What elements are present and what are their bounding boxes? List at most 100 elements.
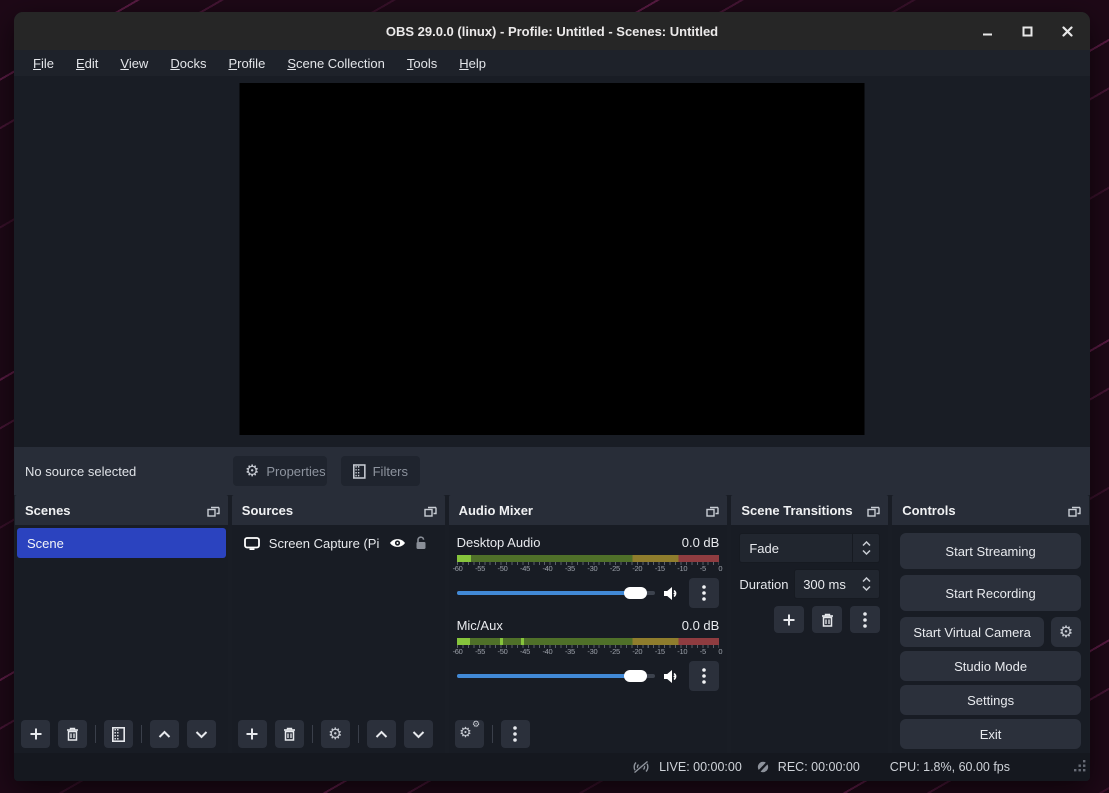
virtual-camera-settings-button[interactable]: ⚙ bbox=[1051, 617, 1081, 647]
popout-icon[interactable] bbox=[207, 504, 220, 517]
mute-toggle[interactable] bbox=[663, 586, 681, 601]
scene-item-label: Scene bbox=[27, 536, 64, 551]
resize-grip[interactable] bbox=[1073, 759, 1086, 777]
filters-icon bbox=[112, 727, 125, 742]
speaker-icon bbox=[663, 586, 681, 601]
record-off-icon bbox=[756, 760, 770, 774]
menu-scene-collection[interactable]: Scene Collection bbox=[278, 53, 394, 74]
minimize-button[interactable] bbox=[978, 22, 996, 40]
unlock-icon bbox=[415, 536, 427, 550]
toolbar-separator bbox=[312, 725, 313, 743]
add-source-button[interactable] bbox=[238, 720, 267, 748]
toolbar-separator bbox=[95, 725, 96, 743]
source-list-item[interactable]: Screen Capture (Pi bbox=[232, 528, 445, 558]
popout-icon[interactable] bbox=[424, 504, 437, 517]
remove-source-button[interactable] bbox=[275, 720, 304, 748]
cpu-fps-status: CPU: 1.8%, 60.00 fps bbox=[890, 760, 1010, 774]
plus-icon bbox=[245, 727, 259, 741]
window-title: OBS 29.0.0 (linux) - Profile: Untitled -… bbox=[14, 12, 1090, 50]
toolbar-separator bbox=[358, 725, 359, 743]
add-transition-button[interactable] bbox=[774, 606, 804, 633]
settings-button[interactable]: Settings bbox=[900, 685, 1081, 715]
controls-panel: Controls Start Streaming Start Recording… bbox=[892, 495, 1089, 753]
menu-profile[interactable]: Profile bbox=[219, 53, 274, 74]
volume-slider-handle[interactable] bbox=[624, 670, 647, 682]
title-bar[interactable]: OBS 29.0.0 (linux) - Profile: Untitled -… bbox=[14, 12, 1090, 50]
filters-icon bbox=[353, 464, 366, 479]
transition-select[interactable]: Fade bbox=[739, 533, 880, 563]
channel-name: Mic/Aux bbox=[457, 618, 503, 633]
source-item-label: Screen Capture (Pi bbox=[269, 536, 380, 551]
menu-docks[interactable]: Docks bbox=[161, 53, 215, 74]
volume-meter bbox=[457, 638, 720, 645]
db-scale: -60-55-50-45-40-35-30-25-20-15-10-50 bbox=[457, 645, 720, 656]
chevron-up-icon bbox=[375, 730, 388, 739]
volume-slider-handle[interactable] bbox=[624, 587, 647, 599]
mute-toggle[interactable] bbox=[663, 669, 681, 684]
duration-spin-arrows[interactable] bbox=[853, 577, 879, 591]
toolbar-separator bbox=[141, 725, 142, 743]
properties-label: Properties bbox=[266, 464, 325, 479]
transition-select-arrows[interactable] bbox=[853, 541, 879, 555]
mixer-menu-button[interactable] bbox=[501, 720, 530, 748]
channel-level-db: 0.0 dB bbox=[682, 535, 720, 550]
toolbar-separator bbox=[492, 725, 493, 743]
display-source-icon bbox=[244, 537, 260, 550]
menu-view[interactable]: View bbox=[111, 53, 157, 74]
eye-icon bbox=[389, 537, 406, 549]
popout-icon[interactable] bbox=[1068, 504, 1081, 517]
menu-tools[interactable]: Tools bbox=[398, 53, 446, 74]
source-move-down-button[interactable] bbox=[404, 720, 433, 748]
channel-menu-button[interactable] bbox=[689, 578, 719, 608]
kebab-icon bbox=[702, 668, 706, 684]
close-button[interactable] bbox=[1058, 22, 1076, 40]
broadcast-off-icon bbox=[631, 760, 651, 774]
source-properties-button[interactable]: ⚙ bbox=[321, 720, 350, 748]
preview-canvas[interactable] bbox=[240, 83, 865, 435]
scene-move-down-button[interactable] bbox=[187, 720, 216, 748]
source-toolbar: No source selected ⚙ Properties Filters bbox=[14, 447, 1090, 495]
add-scene-button[interactable] bbox=[21, 720, 50, 748]
scenes-panel-title: Scenes bbox=[25, 503, 207, 518]
status-bar: LIVE: 00:00:00 REC: 00:00:00 CPU: 1.8%, … bbox=[14, 753, 1090, 781]
start-virtual-camera-button[interactable]: Start Virtual Camera bbox=[900, 617, 1044, 647]
scene-filters-button[interactable] bbox=[104, 720, 133, 748]
gear-icon: ⚙ bbox=[245, 463, 259, 479]
live-status: LIVE: 00:00:00 bbox=[631, 760, 742, 774]
scene-transitions-panel-title: Scene Transitions bbox=[741, 503, 867, 518]
source-visibility-toggle[interactable] bbox=[389, 537, 406, 549]
volume-slider[interactable] bbox=[457, 661, 656, 691]
menu-edit[interactable]: Edit bbox=[67, 53, 107, 74]
transition-menu-button[interactable] bbox=[850, 606, 880, 633]
scene-list-item[interactable]: Scene bbox=[17, 528, 226, 558]
source-move-up-button[interactable] bbox=[367, 720, 396, 748]
popout-icon[interactable] bbox=[867, 504, 880, 517]
menu-help[interactable]: Help bbox=[450, 53, 495, 74]
studio-mode-button[interactable]: Studio Mode bbox=[900, 651, 1081, 681]
advanced-audio-button[interactable]: ⚙⚙ bbox=[455, 720, 484, 748]
double-gear-icon: ⚙⚙ bbox=[460, 726, 478, 742]
start-recording-button[interactable]: Start Recording bbox=[900, 575, 1081, 611]
chevron-up-icon bbox=[862, 577, 871, 583]
start-streaming-button[interactable]: Start Streaming bbox=[900, 533, 1081, 569]
source-lock-toggle[interactable] bbox=[415, 536, 427, 550]
properties-button[interactable]: ⚙ Properties bbox=[233, 456, 327, 486]
exit-button[interactable]: Exit bbox=[900, 719, 1081, 749]
remove-scene-button[interactable] bbox=[58, 720, 87, 748]
duration-input[interactable]: 300 ms bbox=[794, 569, 880, 599]
channel-menu-button[interactable] bbox=[689, 661, 719, 691]
scene-move-up-button[interactable] bbox=[150, 720, 179, 748]
menu-file[interactable]: File bbox=[24, 53, 63, 74]
close-icon bbox=[1062, 26, 1073, 37]
chevron-down-icon bbox=[195, 730, 208, 739]
maximize-button[interactable] bbox=[1018, 22, 1036, 40]
duration-value: 300 ms bbox=[795, 577, 853, 592]
obs-window: OBS 29.0.0 (linux) - Profile: Untitled -… bbox=[14, 12, 1090, 781]
db-scale: -60-55-50-45-40-35-30-25-20-15-10-50 bbox=[457, 562, 720, 573]
filters-button[interactable]: Filters bbox=[341, 456, 420, 486]
chevron-down-icon bbox=[862, 585, 871, 591]
volume-slider[interactable] bbox=[457, 578, 656, 608]
rec-status: REC: 00:00:00 bbox=[756, 760, 860, 774]
popout-icon[interactable] bbox=[706, 504, 719, 517]
remove-transition-button[interactable] bbox=[812, 606, 842, 633]
